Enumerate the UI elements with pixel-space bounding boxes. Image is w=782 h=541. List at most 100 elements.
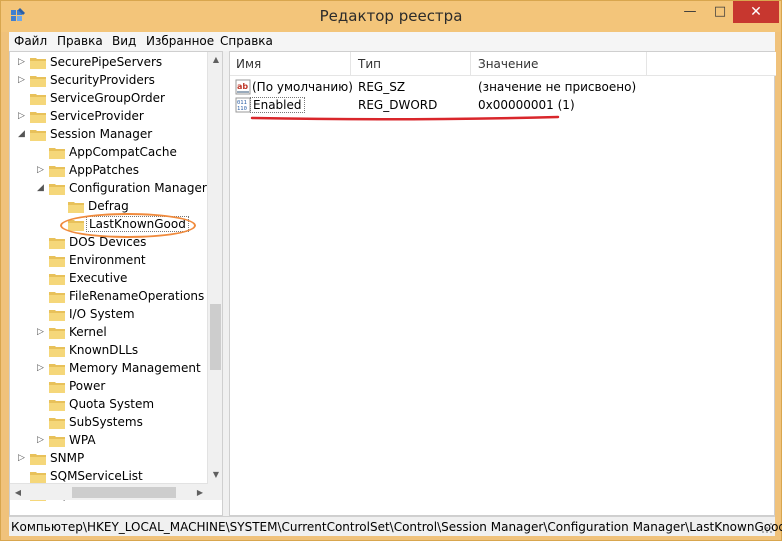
value-type: REG_SZ: [358, 80, 406, 94]
tree-node-label: Memory Management: [69, 361, 201, 375]
annotation-underline: [250, 115, 560, 121]
column-header-name[interactable]: Имя: [236, 57, 261, 71]
collapse-arrow-icon[interactable]: ◢: [18, 129, 28, 139]
value-name: (По умолчанию): [252, 80, 353, 94]
maximize-button[interactable]: □: [707, 1, 733, 23]
tree-node-label: FileRenameOperations: [69, 289, 205, 303]
expand-arrow-icon: [18, 471, 28, 481]
expand-arrow-icon: [56, 201, 66, 211]
folder-icon: [49, 238, 65, 249]
list-header: Имя Тип Значение: [230, 52, 776, 76]
tree-node-label: Session Manager: [50, 127, 153, 141]
tree-node-label: Kernel: [69, 325, 107, 339]
collapse-arrow-icon[interactable]: ◢: [37, 183, 47, 193]
folder-icon: [49, 292, 65, 303]
folder-icon: [30, 130, 46, 141]
annotation-ellipse: [60, 213, 196, 238]
registry-tree-pane[interactable]: ▷ SecurePipeServers ▷ SecurityProviders Serv…: [9, 51, 223, 516]
folder-icon: [49, 166, 65, 177]
expand-arrow-icon[interactable]: ▷: [37, 165, 47, 175]
folder-icon: [49, 310, 65, 321]
expand-arrow-icon: [37, 399, 47, 409]
svg-text:ab: ab: [237, 82, 248, 91]
column-header-type[interactable]: Тип: [358, 57, 381, 71]
scroll-up-arrow-icon[interactable]: ▲: [208, 52, 222, 68]
expand-arrow-icon[interactable]: ▷: [18, 75, 28, 85]
menu-bar: Файл Правка Вид Избранное Справка: [9, 32, 775, 51]
tree-node-label: Configuration Manager: [69, 181, 207, 195]
folder-icon: [49, 256, 65, 267]
tree-node-label: SecurityProviders: [50, 73, 155, 87]
value-type: REG_DWORD: [358, 98, 438, 112]
expand-arrow-icon[interactable]: ▷: [37, 363, 47, 373]
expand-arrow-icon[interactable]: ▷: [37, 435, 47, 445]
tree-horizontal-scrollbar[interactable]: ◀ ▶: [10, 483, 208, 500]
folder-icon: [49, 418, 65, 429]
tree-node-label: SNMP: [50, 451, 85, 465]
scroll-down-arrow-icon[interactable]: ▼: [208, 467, 222, 483]
scroll-right-arrow-icon[interactable]: ▶: [192, 484, 208, 501]
expand-arrow-icon: [37, 255, 47, 265]
tree-node-label: SecurePipeServers: [50, 55, 163, 69]
folder-icon: [30, 94, 46, 105]
tree-node-label: WPA: [69, 433, 96, 447]
expand-arrow-icon: [37, 237, 47, 247]
tree-node-label: SubSystems: [69, 415, 143, 429]
folder-icon: [49, 346, 65, 357]
menu-view[interactable]: Вид: [112, 34, 136, 48]
binary-value-icon: 011 110: [235, 97, 251, 113]
window-title: Редактор реестра: [319, 7, 463, 25]
tree-node-label: SQMServiceList: [50, 469, 143, 483]
scroll-left-arrow-icon[interactable]: ◀: [10, 484, 26, 501]
tree-node-label: I/O System: [69, 307, 135, 321]
folder-icon: [49, 328, 65, 339]
tree-node-label: AppCompatCache: [69, 145, 177, 159]
close-button[interactable]: ✕: [733, 1, 779, 23]
menu-help[interactable]: Справка: [220, 34, 273, 48]
folder-icon: [30, 112, 46, 123]
tree-node-label: Executive: [69, 271, 128, 285]
tree-node-label: KnownDLLs: [69, 343, 139, 357]
folder-icon: [49, 436, 65, 447]
value-data: (значение не присвоено): [478, 80, 637, 94]
expand-arrow-icon: [18, 93, 28, 103]
expand-arrow-icon: [37, 291, 47, 301]
folder-icon: [49, 364, 65, 375]
tree-node-label: Defrag: [88, 199, 129, 213]
expand-arrow-icon: [37, 417, 47, 427]
tree-node-label: AppPatches: [69, 163, 140, 177]
expand-arrow-icon: [37, 345, 47, 355]
folder-icon: [30, 58, 46, 69]
folder-icon: [49, 274, 65, 285]
string-value-icon: ab: [235, 79, 251, 95]
menu-file[interactable]: Файл: [14, 34, 47, 48]
tree-vertical-scroll-thumb[interactable]: [210, 304, 221, 370]
list-row-enabled[interactable]: 011 110 Enabled REG_DWORD 0x00000001 (1): [230, 96, 776, 114]
scrollbar-corner: [208, 483, 222, 500]
tree-node-label: Power: [69, 379, 106, 393]
tree-node-label: ServiceProvider: [50, 109, 144, 123]
resize-grip-icon[interactable]: [761, 522, 773, 534]
expand-arrow-icon[interactable]: ▷: [18, 453, 28, 463]
list-row-default[interactable]: ab (По умолчанию) REG_SZ (значение не пр…: [230, 78, 776, 96]
column-header-value[interactable]: Значение: [478, 57, 538, 71]
expand-arrow-icon[interactable]: ▷: [37, 327, 47, 337]
expand-arrow-icon[interactable]: ▷: [18, 111, 28, 121]
title-bar[interactable]: Редактор реестра — □ ✕: [1, 1, 781, 32]
folder-icon: [49, 382, 65, 393]
status-path: Компьютер\HKEY_LOCAL_MACHINE\SYSTEM\Curr…: [11, 520, 782, 534]
minimize-button[interactable]: —: [673, 1, 707, 23]
menu-favorites[interactable]: Избранное: [146, 34, 214, 48]
tree-horizontal-scroll-thumb[interactable]: [72, 487, 176, 498]
status-bar: Компьютер\HKEY_LOCAL_MACHINE\SYSTEM\Curr…: [9, 516, 782, 536]
expand-arrow-icon[interactable]: ▷: [18, 57, 28, 67]
expand-arrow-icon: [37, 381, 47, 391]
tree-vertical-scrollbar[interactable]: ▲ ▼: [207, 52, 222, 483]
values-list-pane[interactable]: Имя Тип Значение ab (По умолчанию) REG_S…: [229, 51, 776, 516]
menu-edit[interactable]: Правка: [57, 34, 103, 48]
folder-icon: [30, 76, 46, 87]
value-data: 0x00000001 (1): [478, 98, 575, 112]
tree-node-label: ServiceGroupOrder: [50, 91, 165, 105]
folder-icon: [30, 454, 46, 465]
value-name: Enabled: [250, 97, 305, 113]
